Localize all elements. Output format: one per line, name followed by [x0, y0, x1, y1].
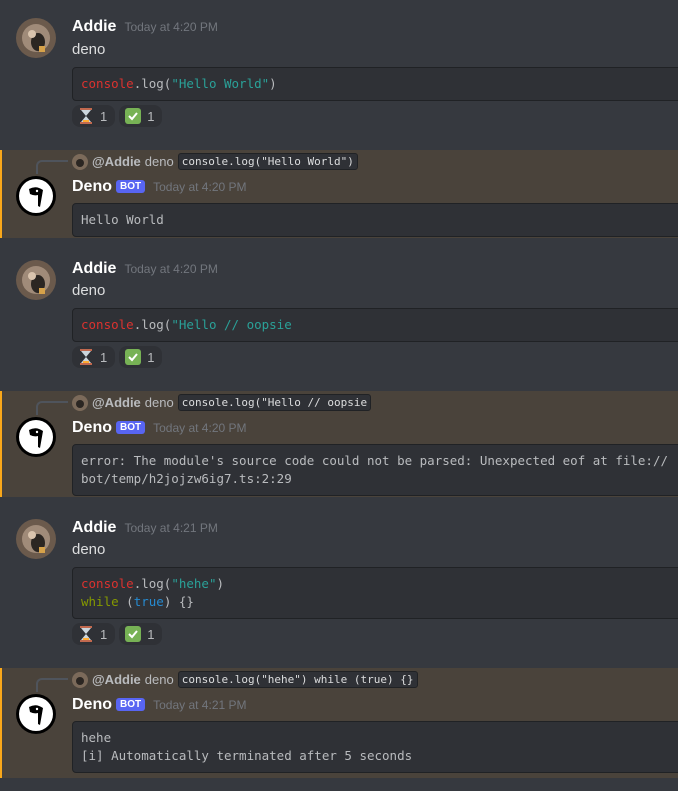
- avatar-addie[interactable]: [16, 519, 56, 559]
- message-text: deno: [72, 282, 106, 299]
- code-token: console: [81, 576, 134, 591]
- bot-badge: BOT: [116, 698, 146, 711]
- reaction-count: 1: [100, 626, 108, 642]
- code-line: while (true) {}: [81, 593, 678, 611]
- code-line: bot/temp/h2jojzw6ig7.ts:2:29: [81, 471, 292, 486]
- username[interactable]: Deno: [72, 419, 112, 437]
- message-deno-2: @Addie deno console.log("Hello // oopsie…: [0, 391, 678, 497]
- timestamp: Today at 4:21 PM: [124, 521, 218, 535]
- reply-spine: [36, 678, 68, 692]
- code-token: console: [81, 76, 134, 91]
- reply-spine: [36, 160, 68, 174]
- reply-code: console.log("Hello // oopsie: [177, 394, 372, 411]
- reply-username[interactable]: @Addie: [92, 395, 141, 410]
- avatar-deno[interactable]: [16, 694, 56, 734]
- reaction-hourglass[interactable]: 1: [72, 105, 116, 127]
- code-token: true: [133, 594, 164, 609]
- reaction-hourglass[interactable]: 1: [72, 346, 116, 368]
- reaction-count: 1: [100, 108, 108, 124]
- hourglass-icon: [78, 626, 94, 642]
- avatar-addie[interactable]: [16, 260, 56, 300]
- reply-text: deno: [144, 395, 174, 410]
- white-check-mark-icon: [125, 349, 142, 365]
- reply-username[interactable]: @Addie: [92, 154, 141, 169]
- code-block: console.log("hehe") while (true) {}: [72, 567, 678, 619]
- reply-code: console.log("hehe") while (true) {}: [177, 671, 418, 688]
- reaction-count: 1: [100, 349, 108, 365]
- username[interactable]: Addie: [72, 519, 116, 537]
- reply-preview[interactable]: @Addie deno console.log("Hello World"): [72, 153, 358, 170]
- timestamp: Today at 4:20 PM: [124, 20, 218, 34]
- code-block: console.log("Hello // oopsie: [72, 308, 678, 342]
- code-line: hehe: [81, 730, 112, 745]
- message-text: deno: [72, 41, 106, 58]
- reply-preview[interactable]: @Addie deno console.log("Hello // oopsie: [72, 394, 372, 411]
- white-check-mark-icon: [125, 108, 142, 124]
- code-token: console: [81, 317, 134, 332]
- code-token: "Hello World": [171, 76, 270, 91]
- code-token: "Hello // oopsie: [171, 317, 292, 332]
- reply-avatar: [72, 671, 88, 688]
- code-block: console.log("Hello World"): [72, 67, 678, 101]
- code-block: error: The module's source code could no…: [72, 444, 678, 496]
- username[interactable]: Deno: [72, 696, 112, 714]
- code-token: ) {}: [163, 594, 194, 609]
- code-token: while: [81, 594, 119, 609]
- code-line: [i] Automatically terminated after 5 sec…: [81, 748, 413, 763]
- bot-badge: BOT: [116, 180, 146, 193]
- code-block: Hello World: [72, 203, 678, 237]
- hourglass-icon: [78, 108, 94, 124]
- white-check-mark-icon: [125, 626, 142, 642]
- reaction-count: 1: [147, 626, 155, 642]
- reply-username[interactable]: @Addie: [92, 672, 141, 687]
- code-block: hehe [i] Automatically terminated after 5…: [72, 721, 678, 773]
- timestamp: Today at 4:20 PM: [153, 421, 247, 435]
- message-deno-1: @Addie deno console.log("Hello World") D…: [0, 150, 678, 238]
- avatar-addie[interactable]: [16, 18, 56, 58]
- reply-text: deno: [144, 672, 174, 687]
- code-token: .log(: [133, 317, 172, 332]
- hourglass-icon: [78, 349, 94, 365]
- reply-code: console.log("Hello World"): [177, 153, 358, 170]
- timestamp: Today at 4:20 PM: [153, 180, 247, 194]
- reaction-count: 1: [147, 108, 155, 124]
- username[interactable]: Addie: [72, 260, 116, 278]
- reaction-check[interactable]: 1: [119, 346, 163, 368]
- code-token: ): [216, 576, 225, 591]
- bot-badge: BOT: [116, 421, 146, 434]
- code-token: (: [118, 594, 134, 609]
- message-addie-3: Addie Today at 4:21 PM deno console.log(…: [0, 504, 678, 654]
- code-token: "hehe": [171, 576, 217, 591]
- reply-spine: [36, 401, 68, 415]
- code-token: .log(: [133, 576, 172, 591]
- code-line: error: The module's source code could no…: [81, 453, 668, 468]
- code-line: console.log("hehe"): [81, 575, 678, 593]
- reaction-check[interactable]: 1: [119, 623, 163, 645]
- reaction-count: 1: [147, 349, 155, 365]
- reply-avatar: [72, 394, 88, 411]
- message-deno-3: @Addie deno console.log("hehe") while (t…: [0, 668, 678, 778]
- avatar-deno[interactable]: [16, 176, 56, 216]
- reply-text: deno: [144, 154, 174, 169]
- timestamp: Today at 4:20 PM: [124, 262, 218, 276]
- code-token: ): [269, 76, 277, 91]
- message-text: deno: [72, 541, 106, 558]
- avatar-deno[interactable]: [16, 417, 56, 457]
- reaction-hourglass[interactable]: 1: [72, 623, 116, 645]
- message-addie-2: Addie Today at 4:20 PM deno console.log(…: [0, 245, 678, 375]
- reply-avatar: [72, 153, 88, 170]
- message-addie-1: Addie Today at 4:20 PM deno console.log(…: [0, 0, 678, 140]
- reply-preview[interactable]: @Addie deno console.log("hehe") while (t…: [72, 671, 418, 688]
- code-token: .log(: [133, 76, 172, 91]
- timestamp: Today at 4:21 PM: [153, 698, 247, 712]
- reaction-check[interactable]: 1: [119, 105, 163, 127]
- username[interactable]: Addie: [72, 18, 116, 36]
- username[interactable]: Deno: [72, 178, 112, 196]
